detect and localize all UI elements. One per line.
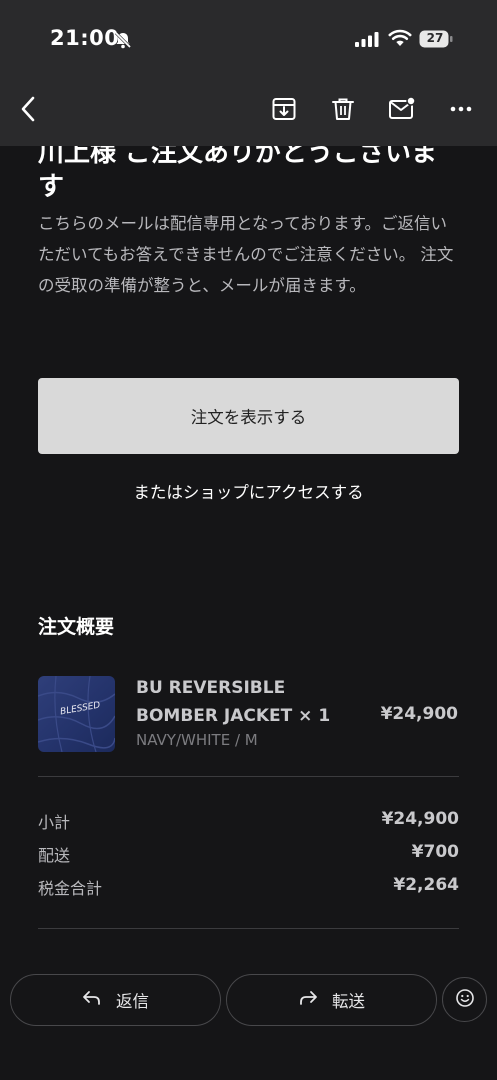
- subtotal-row: 小計 ¥24,900: [38, 809, 459, 837]
- status-time: 21:00: [50, 26, 120, 50]
- reply-label: 返信: [116, 992, 149, 1011]
- email-body[interactable]: 川上様 ご注文ありがとうございます こちらのメールは配信専用となっております。ご…: [0, 146, 497, 1080]
- tax-row: 税金合計 ¥2,264: [38, 875, 459, 903]
- smiley-icon: [455, 988, 475, 1012]
- email-headline: 川上様 ご注文ありがとうございます: [38, 146, 438, 202]
- reply-button[interactable]: 返信: [10, 974, 221, 1026]
- product-thumbnail: BLESSED: [38, 676, 115, 752]
- shipping-row: 配送 ¥700: [38, 842, 459, 870]
- product-name: BU REVERSIBLE BOMBER JACKET × 1: [136, 678, 331, 726]
- total-label: 税金合計: [38, 879, 103, 898]
- status-bar: 21:00 27: [0, 0, 497, 70]
- visit-shop-link[interactable]: またはショップにアクセスする: [38, 479, 459, 503]
- mark-unread-icon[interactable]: [387, 94, 417, 124]
- divider: [38, 928, 459, 929]
- reply-arrow-icon: [82, 990, 102, 1010]
- wifi-icon: [388, 28, 412, 52]
- total-value: ¥700: [411, 842, 459, 862]
- mail-toolbar: [0, 70, 497, 146]
- archive-icon[interactable]: [269, 94, 299, 124]
- cellular-signal-icon: [355, 31, 381, 51]
- forward-label: 転送: [332, 992, 365, 1011]
- total-label: 小計: [38, 813, 71, 832]
- bottom-action-bar: 返信 転送: [0, 960, 497, 1080]
- total-label: 配送: [38, 846, 71, 865]
- order-summary-title: 注文概要: [38, 616, 115, 638]
- total-value: ¥24,900: [381, 809, 459, 829]
- email-notice: こちらのメールは配信専用となっております。ご返信いただいてもお答えできませんので…: [38, 214, 454, 295]
- product-price: ¥24,900: [380, 704, 458, 724]
- back-chevron-icon[interactable]: [14, 94, 44, 124]
- forward-arrow-icon: [298, 990, 318, 1010]
- silent-bell-icon: [113, 30, 133, 54]
- forward-button[interactable]: 転送: [226, 974, 437, 1026]
- emoji-reaction-button[interactable]: [442, 977, 487, 1022]
- product-variant: NAVY/WHITE / M: [136, 731, 258, 749]
- more-icon[interactable]: [446, 94, 476, 124]
- view-order-button[interactable]: 注文を表示する: [38, 378, 459, 454]
- battery-level: 27: [426, 31, 444, 45]
- divider: [38, 776, 459, 777]
- total-value: ¥2,264: [393, 875, 459, 895]
- trash-icon[interactable]: [328, 94, 358, 124]
